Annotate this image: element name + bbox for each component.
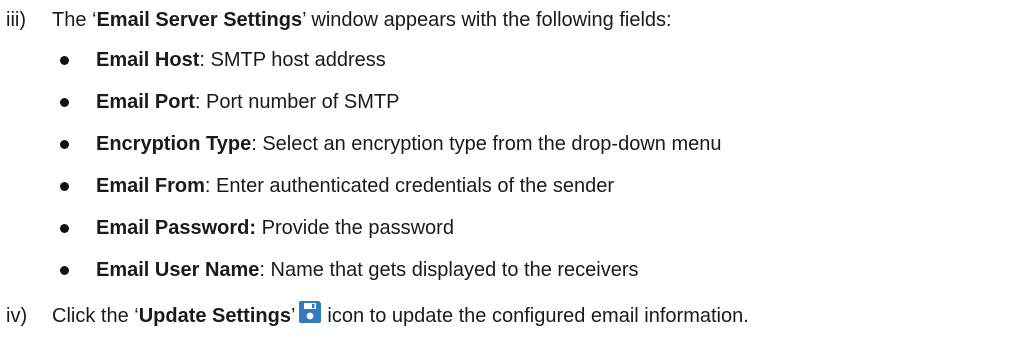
step-iv: iv) Click the ‘Update Settings’ icon to … bbox=[6, 301, 749, 330]
field-separator: : bbox=[259, 259, 271, 281]
bullet-icon bbox=[60, 266, 69, 275]
step-text-post: icon to update the configured email info… bbox=[327, 305, 749, 327]
save-icon bbox=[299, 301, 322, 323]
field-description: Enter authenticated credentials of the s… bbox=[216, 175, 615, 197]
step-text-pre: Click the ‘ bbox=[52, 305, 139, 327]
document-page: iii) The ‘Email Server Settings’ window … bbox=[0, 0, 1020, 341]
list-item: Email User Name: Name that gets displaye… bbox=[56, 256, 721, 298]
field-separator: : bbox=[194, 91, 207, 113]
step-iii: iii) The ‘Email Server Settings’ window … bbox=[6, 6, 672, 34]
button-name: Update Settings bbox=[138, 305, 291, 327]
field-label: Email Port bbox=[96, 91, 195, 113]
field-description: SMTP host address bbox=[210, 49, 386, 71]
field-label: Email Host bbox=[96, 49, 200, 71]
step-number: iv) bbox=[6, 305, 28, 327]
list-item: Email From: Enter authenticated credenti… bbox=[56, 172, 721, 214]
step-text-mid: ’ bbox=[290, 305, 296, 327]
bullet-icon bbox=[60, 140, 69, 149]
field-label: Encryption Type bbox=[96, 133, 252, 155]
bullet-icon bbox=[60, 56, 69, 65]
list-item: Email Password: Provide the password bbox=[56, 214, 721, 256]
field-label: Email Password: bbox=[96, 217, 257, 239]
bullet-icon bbox=[60, 224, 69, 233]
field-separator: : bbox=[251, 133, 263, 155]
list-item: Encryption Type: Select an encryption ty… bbox=[56, 130, 721, 172]
field-description: Provide the password bbox=[261, 217, 454, 239]
field-description: Select an encryption type from the drop-… bbox=[262, 133, 722, 155]
window-name: Email Server Settings bbox=[96, 9, 303, 31]
bullet-icon bbox=[60, 182, 69, 191]
step-number: iii) bbox=[6, 9, 26, 31]
field-description: Name that gets displayed to the receiver… bbox=[270, 259, 639, 281]
list-item: Email Host: SMTP host address bbox=[56, 46, 721, 88]
field-label: Email User Name bbox=[96, 259, 260, 281]
bullet-icon bbox=[60, 98, 69, 107]
field-label: Email From bbox=[96, 175, 205, 197]
list-item: Email Port: Port number of SMTP bbox=[56, 88, 721, 130]
field-list: Email Host: SMTP host address Email Port… bbox=[56, 46, 721, 298]
field-description: Port number of SMTP bbox=[206, 91, 400, 113]
step-text-pre: The ‘ bbox=[52, 9, 97, 31]
field-separator: : bbox=[204, 175, 217, 197]
field-separator: : bbox=[199, 49, 211, 71]
step-text-post: ’ window appears with the following fiel… bbox=[302, 9, 672, 31]
